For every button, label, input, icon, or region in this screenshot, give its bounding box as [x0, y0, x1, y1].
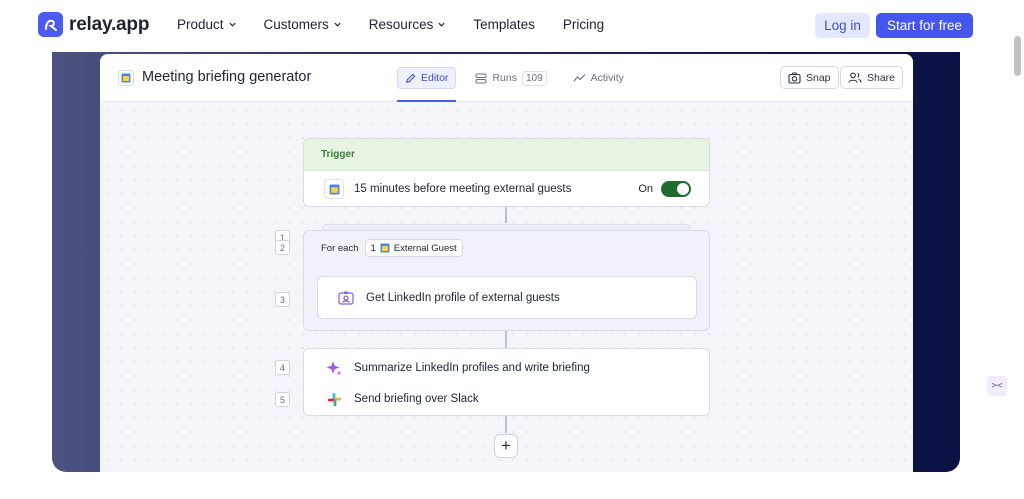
trigger-label: Trigger: [304, 139, 709, 171]
page-scrollbar[interactable]: [1011, 0, 1024, 499]
pencil-icon: [406, 73, 416, 83]
ai-sparkle-icon: [324, 358, 344, 378]
trigger-card[interactable]: Trigger 15 minutes before meeting extern…: [303, 138, 710, 207]
connector-line: [505, 331, 507, 348]
snap-button[interactable]: Snap: [780, 66, 839, 89]
step-number: 2: [275, 240, 290, 255]
hero-frame: Meeting briefing generator Editor Runs 1…: [52, 52, 960, 472]
linkedin-step-row: Get LinkedIn profile of external guests: [336, 288, 560, 308]
share-button[interactable]: Share: [840, 66, 904, 89]
chat-widget-icon[interactable]: ><: [987, 376, 1007, 396]
summarize-step-row[interactable]: Summarize LinkedIn profiles and write br…: [324, 358, 590, 378]
connector-line: [505, 416, 507, 433]
users-icon: [848, 72, 862, 83]
active-tab-indicator: [397, 100, 456, 102]
nav-links: Product Customers Resources Templates Pr…: [177, 17, 632, 32]
workflow-title: Meeting briefing generator: [142, 69, 312, 85]
id-card-icon: [336, 288, 356, 308]
runs-icon: [475, 73, 487, 83]
top-nav: relay.app Product Customers Resources Te…: [0, 0, 1011, 52]
calendar-icon: [118, 70, 134, 86]
trigger-row: 15 minutes before meeting external guest…: [324, 179, 571, 199]
connector-line: [505, 207, 507, 223]
nav-item-customers[interactable]: Customers: [264, 17, 341, 32]
foreach-header: For each 1 External Guest: [321, 239, 463, 257]
calendar-icon: [380, 243, 390, 253]
chevron-down-icon: [229, 22, 236, 27]
slack-step-row[interactable]: Send briefing over Slack: [324, 389, 479, 409]
foreach-card[interactable]: For each 1 External Guest Get LinkedIn p…: [303, 230, 710, 331]
scrollbar-thumb[interactable]: [1014, 36, 1021, 76]
step-number: 4: [275, 360, 290, 375]
brand-logo[interactable]: relay.app: [38, 12, 149, 37]
linkedin-step-card[interactable]: Get LinkedIn profile of external guests: [317, 276, 697, 319]
step-number: 5: [275, 392, 290, 407]
camera-icon: [788, 71, 801, 84]
login-button[interactable]: Log in: [815, 13, 870, 38]
actions-card[interactable]: Summarize LinkedIn profiles and write br…: [303, 348, 710, 416]
app-header: Meeting briefing generator Editor Runs 1…: [100, 54, 913, 102]
brand-name: relay.app: [69, 13, 150, 35]
start-free-button[interactable]: Start for free: [876, 13, 973, 38]
tab-editor[interactable]: Editor: [397, 67, 457, 89]
runs-count: 109: [521, 70, 547, 86]
app-window: Meeting briefing generator Editor Runs 1…: [100, 54, 913, 472]
foreach-reference-pill[interactable]: 1 External Guest: [364, 239, 463, 257]
calendar-icon: [324, 179, 344, 199]
chevron-down-icon: [334, 22, 341, 27]
nav-item-pricing[interactable]: Pricing: [563, 17, 604, 32]
trigger-toggle-group: On: [638, 181, 691, 197]
activity-icon: [573, 74, 586, 82]
nav-item-product[interactable]: Product: [177, 17, 236, 32]
editor-tabs: Editor Runs 109 Activity: [397, 67, 631, 89]
step-number: 3: [275, 292, 290, 307]
nav-item-templates[interactable]: Templates: [473, 17, 535, 32]
nav-item-resources[interactable]: Resources: [369, 17, 446, 32]
add-step-button[interactable]: +: [494, 434, 518, 458]
tab-activity[interactable]: Activity: [566, 67, 631, 89]
trigger-toggle[interactable]: [661, 181, 691, 197]
toggle-label: On: [638, 183, 653, 195]
chevron-down-icon: [438, 22, 445, 27]
tab-runs[interactable]: Runs 109: [468, 67, 553, 89]
relay-logo-icon: [38, 12, 63, 37]
slack-icon: [324, 389, 344, 409]
